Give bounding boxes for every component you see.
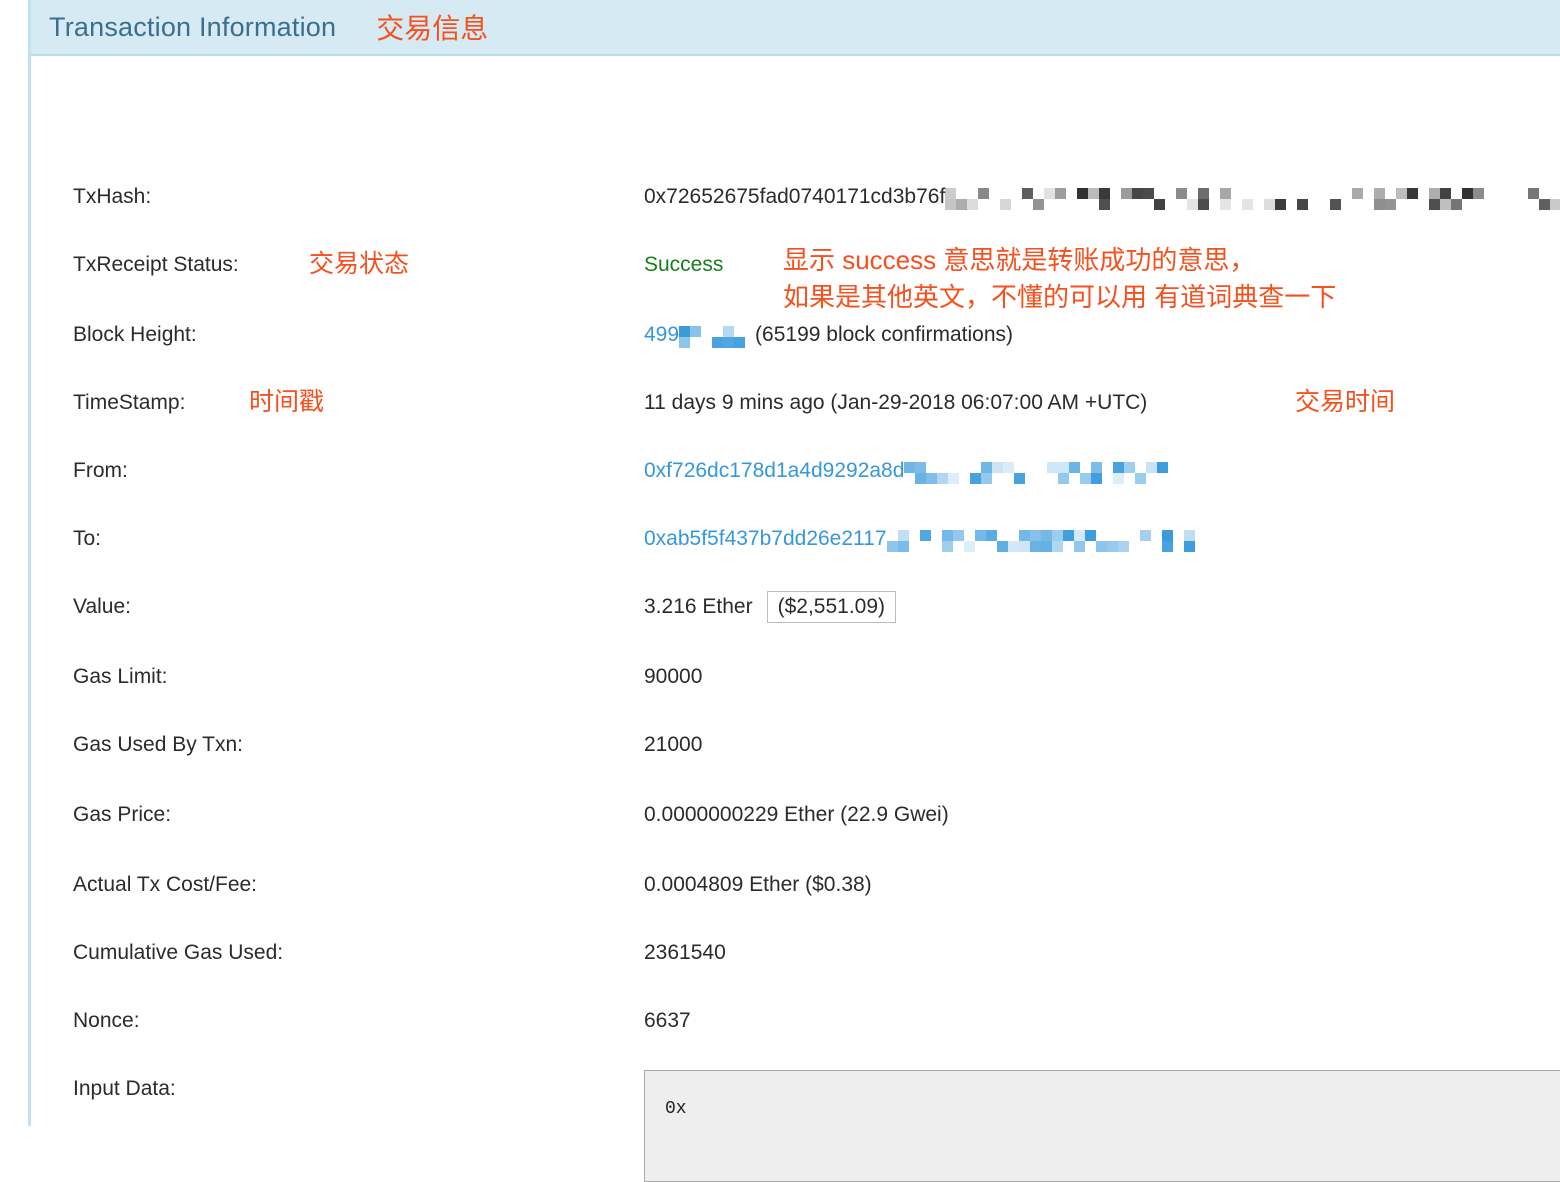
row-block-height: Block Height: 499 (65199 block confirmat… (31, 318, 1560, 352)
row-label-input-data: Input Data: (73, 1077, 176, 1100)
row-label-gas-limit: Gas Limit: (73, 665, 168, 688)
status-label-annotation: 交易状态 (309, 250, 410, 278)
row-label-txhash: TxHash: (73, 185, 152, 208)
row-gas-price: Gas Price: 0.0000000229 Ether (22.9 Gwei… (31, 798, 1560, 832)
row-label-gas-price: Gas Price: (73, 803, 172, 826)
row-value-tx-fee: 0.0004809 Ether ($0.38) (644, 873, 872, 896)
usd-value-badge: ($2,551.09) (766, 590, 897, 624)
row-to: To: 0xab5f5f437b7dd26e2117 (31, 522, 1560, 556)
row-value-to: 0xab5f5f437b7dd26e2117 (644, 526, 1195, 552)
row-from: From: 0xf726dc178d1a4d9292a8d (31, 454, 1560, 488)
row-label-timestamp: TimeStamp: (73, 391, 186, 414)
page-title: Transaction Information (49, 11, 337, 42)
row-value-amount: Value: 3.216 Ether ($2,551.09) (31, 590, 1560, 624)
row-tx-fee: Actual Tx Cost/Fee: 0.0004809 Ether ($0.… (31, 868, 1560, 902)
row-timestamp: TimeStamp: 时间戳 11 days 9 mins ago (Jan-2… (31, 386, 1560, 420)
input-data-textarea[interactable] (644, 1070, 1560, 1182)
status-annotation-block: 显示 success 意思就是转账成功的意思， 如果是其他英文，不懂的可以用 有… (783, 242, 1336, 316)
row-value-gas-price: 0.0000000229 Ether (22.9 Gwei) (644, 803, 949, 826)
timestamp-label-annotation: 时间戳 (249, 388, 325, 416)
row-value-gas-used: 21000 (644, 733, 703, 756)
row-gas-used: Gas Used By Txn: 21000 (31, 728, 1560, 762)
to-address-link[interactable]: 0xab5f5f437b7dd26e2117 (644, 527, 887, 551)
row-value-txhash: 0x72652675fad0740171cd3b76f (644, 184, 1560, 210)
row-value-nonce: 6637 (644, 1009, 691, 1032)
row-label-block-height: Block Height: (73, 323, 197, 346)
row-value-ether: 3.216 Ether ($2,551.09) (644, 590, 897, 624)
row-nonce: Nonce: 6637 (31, 1004, 1560, 1038)
row-txhash: TxHash: 0x72652675fad0740171cd3b76f (31, 180, 1560, 214)
row-value-cumulative-gas: 2361540 (644, 941, 726, 964)
to-address-redacted-mosaic (886, 526, 1195, 552)
row-value-timestamp: 11 days 9 mins ago (Jan-29-2018 06:07:00… (644, 391, 1148, 414)
row-value-gas-limit: 90000 (644, 665, 703, 688)
from-address-link[interactable]: 0xf726dc178d1a4d9292a8d (644, 459, 904, 483)
row-value-status: Success (644, 253, 723, 277)
row-label-from: From: (73, 459, 128, 482)
transaction-information-card: Transaction Information 交易信息 TxHash: 0x7… (28, 0, 1560, 1182)
row-label-tx-fee: Actual Tx Cost/Fee: (73, 873, 258, 896)
row-cumulative-gas: Cumulative Gas Used: 2361540 (31, 936, 1560, 970)
block-confirmations: (65199 block confirmations) (755, 323, 1014, 346)
row-label-cumulative-gas: Cumulative Gas Used: (73, 941, 284, 964)
txhash-redacted-mosaic (945, 184, 1560, 210)
ether-amount: 3.216 Ether (644, 595, 753, 618)
status-annotation-line-1: 显示 success 意思就是转账成功的意思， (783, 245, 1256, 275)
row-gas-limit: Gas Limit: 90000 (31, 660, 1560, 694)
row-value-from: 0xf726dc178d1a4d9292a8d (644, 458, 1174, 484)
status-annotation-line-2: 如果是其他英文，不懂的可以用 有道词典查一下 (783, 282, 1337, 312)
block-height-redacted-mosaic (679, 322, 747, 348)
from-address-redacted-mosaic (904, 458, 1174, 484)
header-annotation: 交易信息 (376, 13, 489, 44)
row-label-gas-used: Gas Used By Txn: (73, 733, 244, 756)
txhash-text: 0x72652675fad0740171cd3b76f (644, 185, 946, 208)
block-height-link[interactable]: 499 (644, 323, 679, 347)
row-label-status: TxReceipt Status: (73, 253, 239, 276)
card-header: Transaction Information 交易信息 (31, 0, 1560, 56)
row-value-block-height: 499 (65199 block confirmations) (644, 322, 1013, 348)
row-label-to: To: (73, 527, 102, 550)
status-badge: Success (644, 253, 724, 276)
timestamp-annotation: 交易时间 (1295, 388, 1396, 416)
row-label-nonce: Nonce: (73, 1009, 140, 1032)
row-label-value: Value: (73, 595, 131, 618)
